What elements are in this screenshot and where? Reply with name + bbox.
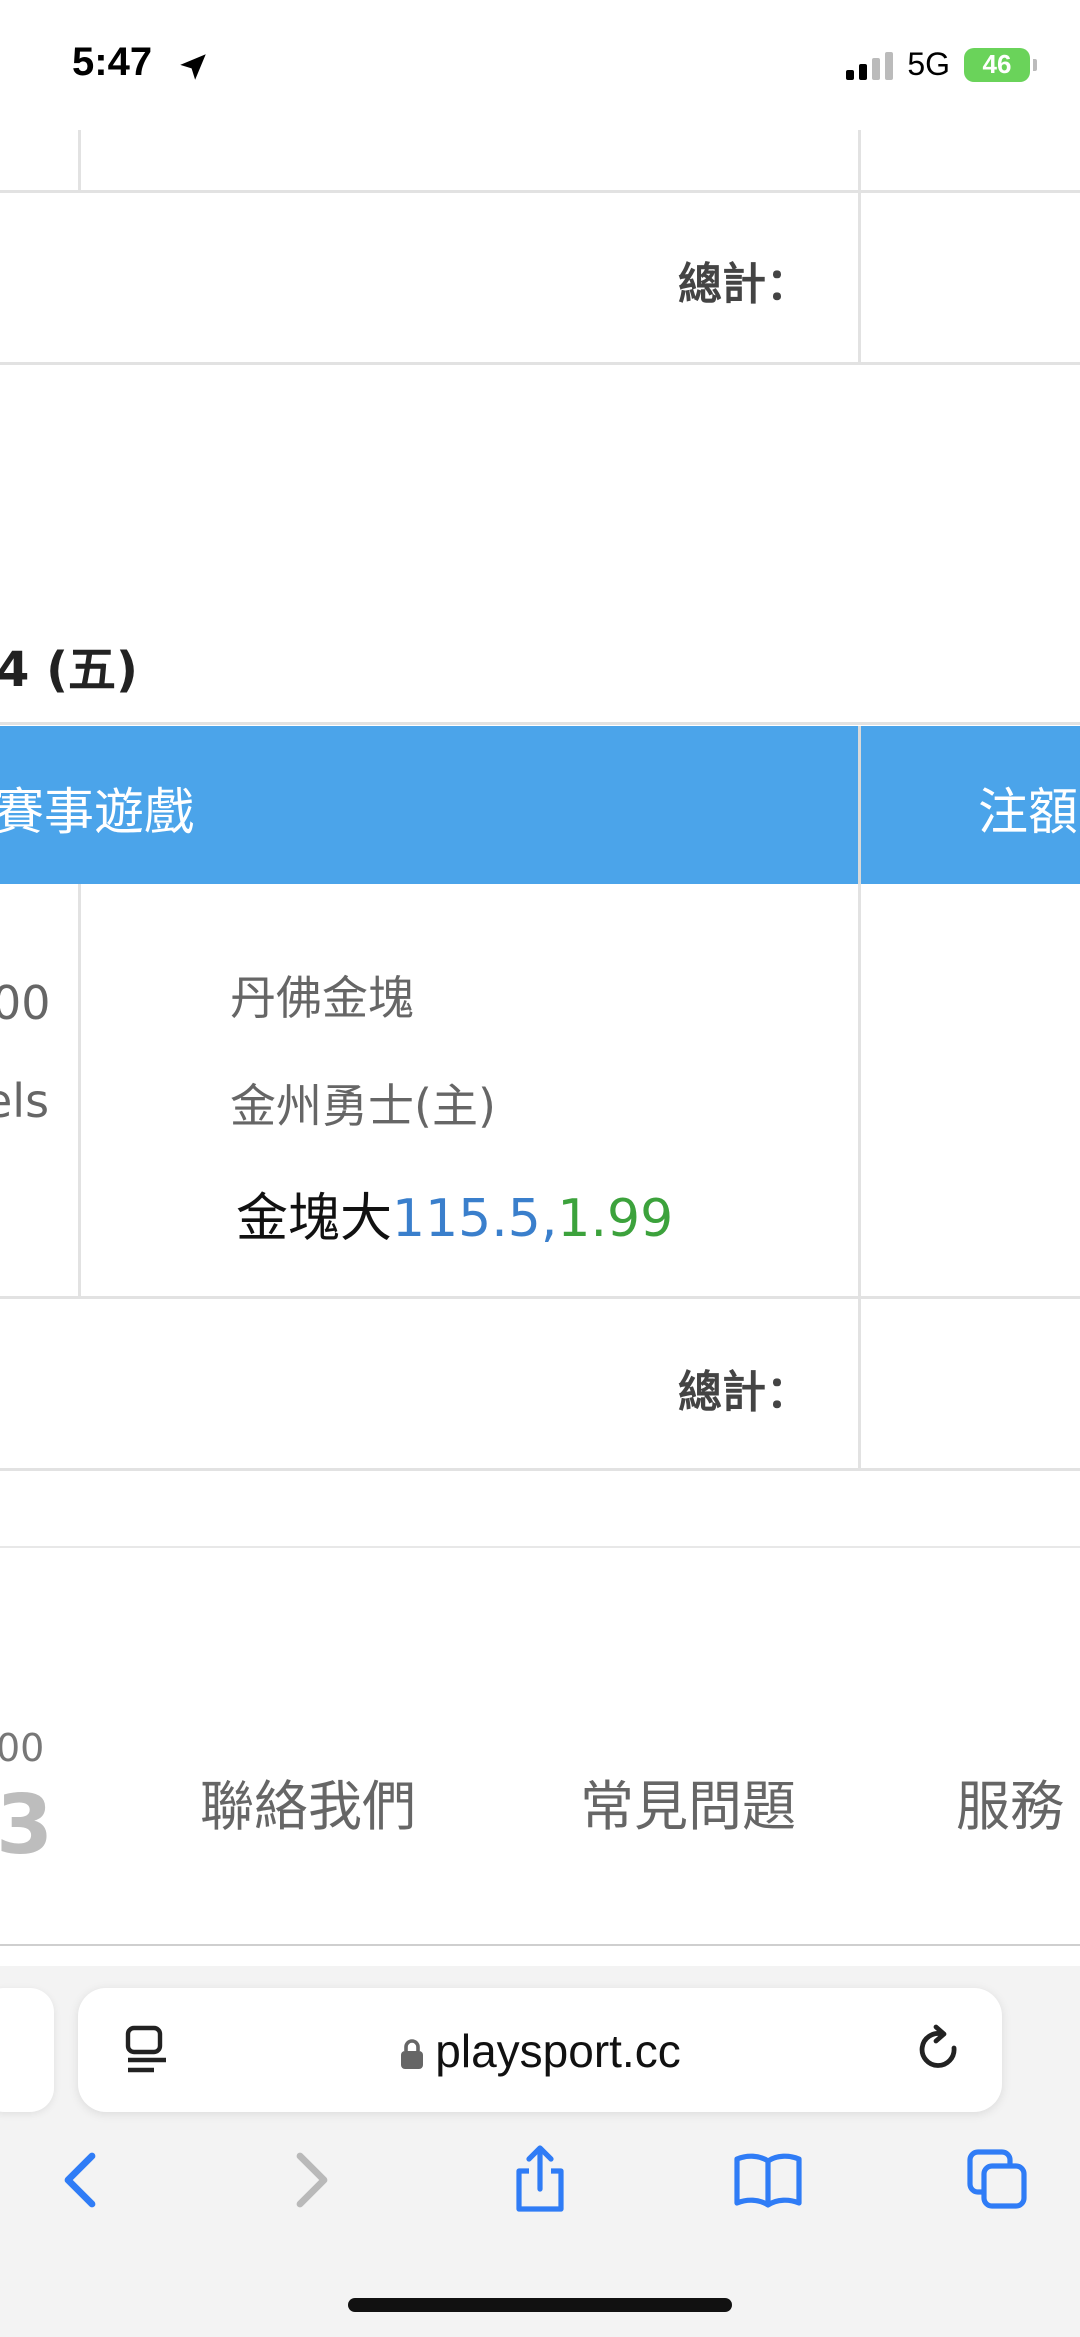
- footer-small-number: 00: [0, 1726, 45, 1770]
- lock-icon: [399, 2028, 425, 2082]
- footer-big-number: 3: [0, 1778, 54, 1873]
- footer-link-contact[interactable]: 聯絡我們: [200, 1762, 416, 1841]
- total-label: 總計：: [678, 259, 810, 310]
- row-left-label: els: [0, 1074, 50, 1128]
- row-left-value: 00: [0, 976, 51, 1030]
- reload-icon[interactable]: [914, 2024, 966, 2082]
- network-type: 5G: [907, 46, 950, 82]
- bet-line: 115.5,: [392, 1189, 558, 1249]
- table-top-border: [0, 722, 1080, 725]
- footer-link-faq[interactable]: 常見問題: [580, 1762, 796, 1841]
- bookmarks-icon[interactable]: [728, 2140, 808, 2220]
- table-divider: [858, 130, 861, 192]
- team-away: 丹佛金塊: [230, 971, 414, 1025]
- footer-bottom-divider: [0, 1944, 1080, 1946]
- table-divider: [858, 192, 861, 364]
- table-row-divider: [0, 362, 1080, 365]
- team-home: 金州勇士(主): [230, 1079, 496, 1133]
- signal-icon: [846, 50, 894, 80]
- status-time: 5:47: [72, 40, 153, 84]
- footer-link-service[interactable]: 服務: [956, 1762, 1064, 1841]
- header-game-col: 賽事遊戲: [0, 783, 194, 841]
- battery-level: 46: [982, 49, 1012, 79]
- table-row-divider: [0, 1296, 1080, 1299]
- footer-divider: [0, 1546, 1080, 1548]
- table-divider: [78, 130, 81, 192]
- table-row-divider: [0, 1468, 1080, 1471]
- bet-pick: 金塊大: [236, 1189, 393, 1249]
- battery-icon: 46: [964, 47, 1037, 82]
- status-indicators: 5G 46: [846, 46, 1037, 83]
- header-divider: [858, 726, 861, 884]
- table-divider: [858, 884, 861, 1296]
- url-text: playsport.cc: [435, 2025, 681, 2077]
- table-divider: [858, 1298, 861, 1470]
- table-row-divider: [0, 190, 1080, 193]
- date-heading: 4 (五): [0, 642, 138, 698]
- forward-icon[interactable]: [272, 2140, 352, 2220]
- total-label: 總計：: [678, 1367, 810, 1418]
- home-indicator: [348, 2298, 732, 2312]
- location-arrow-icon: [176, 50, 210, 88]
- tabs-icon[interactable]: [958, 2140, 1038, 2220]
- header-amount-col: 注額: [978, 783, 1078, 841]
- share-icon[interactable]: [500, 2140, 580, 2220]
- bet-selection: 金塊大115.5,1.99: [236, 1176, 673, 1251]
- bet-odds: 1.99: [557, 1189, 674, 1249]
- table-divider: [78, 884, 81, 1296]
- back-icon[interactable]: [40, 2140, 120, 2220]
